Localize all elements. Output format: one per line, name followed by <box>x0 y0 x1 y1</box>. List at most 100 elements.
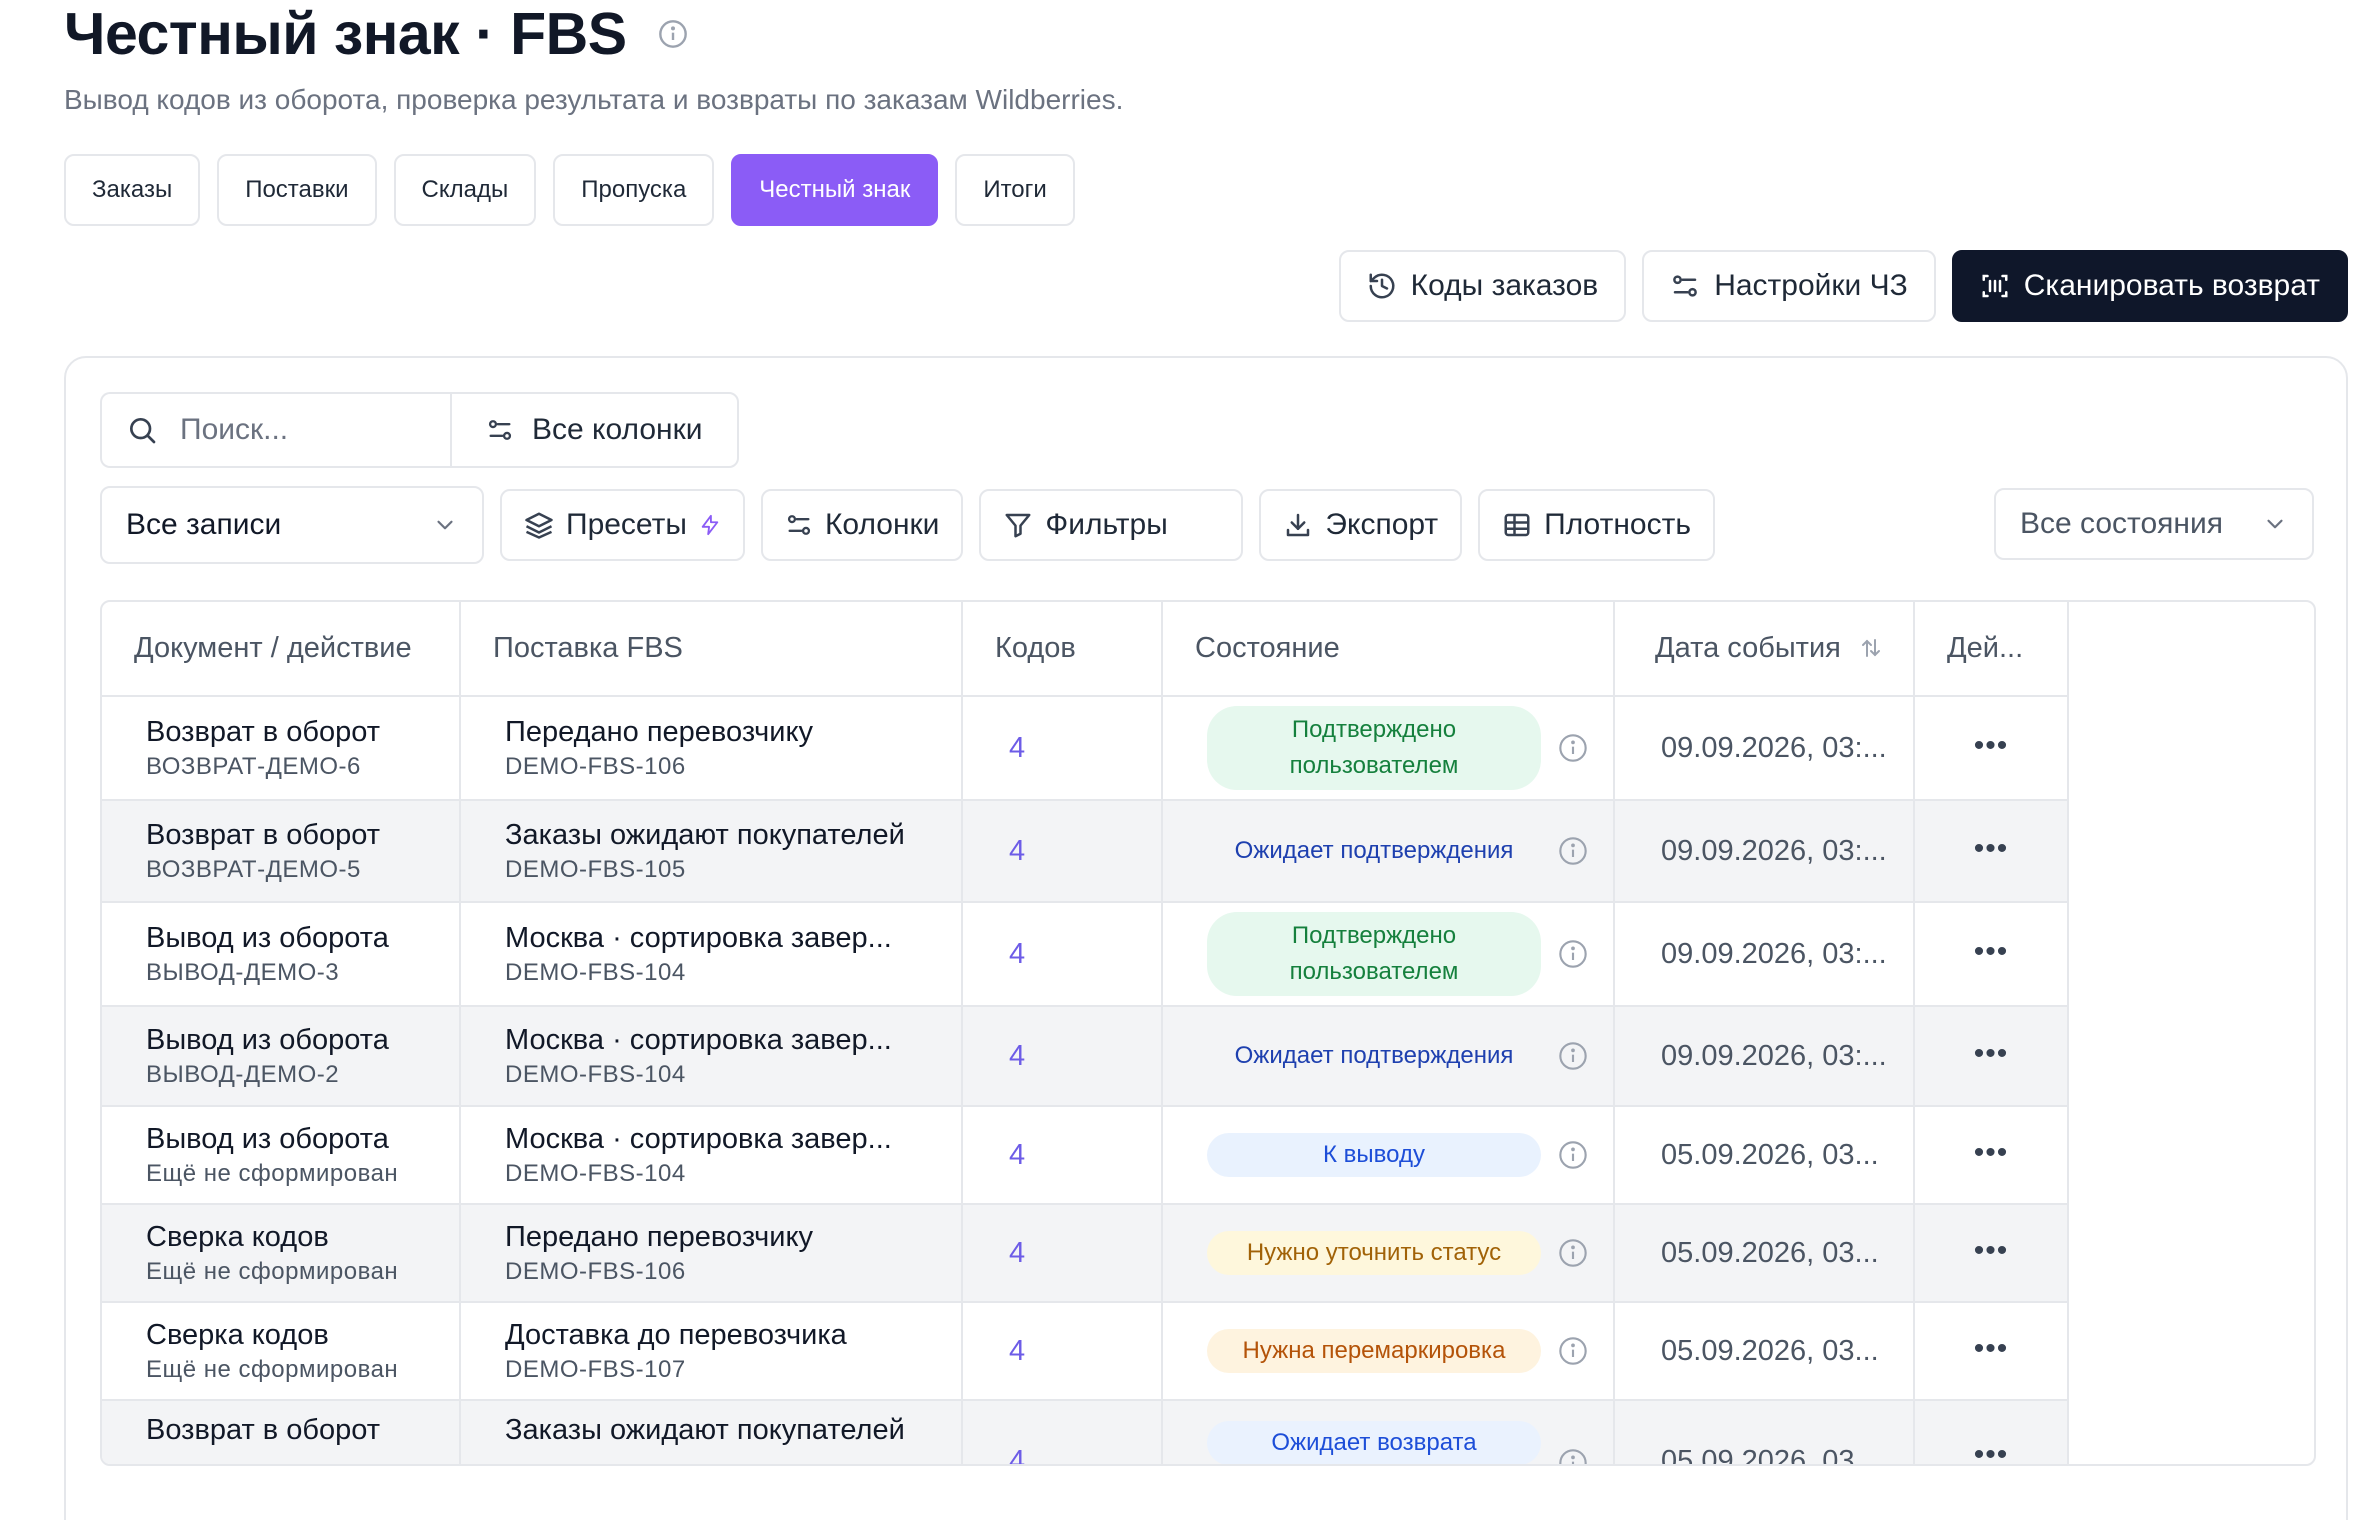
row-date: 09.09.2026, 03:... <box>1614 1006 1915 1107</box>
section-tabs: Заказы Поставки Склады Пропуска Честный … <box>64 154 1075 226</box>
info-icon[interactable] <box>1557 1139 1589 1171</box>
column-header-document[interactable]: Документ / действие <box>102 602 461 697</box>
order-codes-label: Коды заказов <box>1410 269 1599 302</box>
export-button[interactable]: Экспорт <box>1259 489 1463 561</box>
column-header-actions[interactable]: Дей... <box>1914 602 2069 697</box>
row-more-icon[interactable]: ••• <box>1974 731 2009 761</box>
row-more-icon[interactable]: ••• <box>1974 1440 2009 1465</box>
column-header-date-label: Дата события <box>1655 632 1841 664</box>
table-icon <box>1504 513 1530 537</box>
states-select[interactable]: Все состояния <box>1994 488 2314 560</box>
tab-warehouses[interactable]: Склады <box>393 154 537 226</box>
row-document: Ещё не сформирован <box>146 1356 399 1383</box>
lightning-icon <box>701 514 719 536</box>
tab-totals[interactable]: Итоги <box>955 154 1075 226</box>
row-more-icon[interactable]: ••• <box>1974 834 2009 864</box>
row-more-icon[interactable]: ••• <box>1974 937 2009 967</box>
search-input[interactable] <box>180 413 430 447</box>
row-action: Вывод из оборота <box>146 922 389 954</box>
info-icon[interactable] <box>1557 1447 1589 1466</box>
table-row[interactable]: Сверка кодов Ещё не сформирован Передано … <box>102 1204 2069 1303</box>
column-header-date[interactable]: Дата события <box>1614 602 1915 697</box>
row-codes-link[interactable]: 4 <box>1009 1237 1025 1269</box>
info-icon[interactable] <box>1557 835 1589 867</box>
row-codes-link[interactable]: 4 <box>1009 732 1025 764</box>
chevron-down-icon <box>2267 519 2283 529</box>
row-supply: Москва · сортировка завер... <box>505 1123 892 1155</box>
row-supply-id: DEMO-FBS-106 <box>505 1258 686 1285</box>
page-subtitle: Вывод кодов из оборота, проверка результ… <box>64 84 1124 115</box>
table-row[interactable]: Вывод из оборота ВЫВОД-ДЕМО-3 Москва · со… <box>102 902 2069 1007</box>
row-more-icon[interactable]: ••• <box>1974 1138 2009 1168</box>
row-date: 09.09.2026, 03:... <box>1614 902 1915 1007</box>
filters-label: Фильтры <box>1045 508 1168 541</box>
order-codes-button[interactable]: Коды заказов <box>1338 250 1627 322</box>
records-card: Все колонки Все записи Пресеты Колонки Ф… <box>64 356 2348 1520</box>
row-more-icon[interactable]: ••• <box>1974 1039 2009 1069</box>
table-row[interactable]: Возврат в оборот Заказы ожидают покупате… <box>102 1400 2069 1466</box>
tab-supplies[interactable]: Поставки <box>217 154 377 226</box>
settings-button[interactable]: Настройки ЧЗ <box>1642 250 1936 322</box>
top-actions: Коды заказов Настройки ЧЗ Сканировать во… <box>1338 250 2348 322</box>
column-header-codes[interactable]: Кодов <box>962 602 1163 697</box>
column-header-status[interactable]: Состояние <box>1162 602 1615 697</box>
row-date: 09.09.2026, 03:... <box>1614 800 1915 903</box>
row-supply: Заказы ожидают покупателей <box>505 819 905 851</box>
page-title: Честный знак · FBS <box>64 1 627 67</box>
page-header: Честный знак · FBS <box>64 1 689 67</box>
row-codes-link[interactable]: 4 <box>1009 835 1025 867</box>
row-action: Возврат в оборот <box>146 1414 381 1446</box>
records-select[interactable]: Все записи <box>100 486 484 564</box>
status-badge: Нужна перемаркировка <box>1207 1329 1541 1373</box>
info-icon[interactable] <box>1557 732 1589 764</box>
row-supply-id: DEMO-FBS-104 <box>505 959 686 986</box>
filter-icon <box>1005 513 1031 538</box>
row-document: ВЫВОД-ДЕМО-3 <box>146 959 340 986</box>
info-icon[interactable] <box>657 18 689 50</box>
density-button[interactable]: Плотность <box>1478 489 1715 561</box>
records-select-value: Все записи <box>126 508 282 541</box>
table-header-row: Документ / действие Поставка FBS Кодов С… <box>102 602 2069 697</box>
scan-return-button[interactable]: Сканировать возврат <box>1951 250 2348 322</box>
row-supply-id: DEMO-FBS-106 <box>505 753 686 780</box>
info-icon[interactable] <box>1557 1335 1589 1367</box>
table-row[interactable]: Возврат в оборот ВОЗВРАТ-ДЕМО-5 Заказы ож… <box>102 800 2069 903</box>
columns-label: Колонки <box>824 508 940 541</box>
row-more-icon[interactable]: ••• <box>1974 1236 2009 1266</box>
info-icon[interactable] <box>1557 1237 1589 1269</box>
filters-button[interactable]: Фильтры <box>979 489 1244 561</box>
tab-passes[interactable]: Пропуска <box>553 154 715 226</box>
presets-label: Пресеты <box>566 508 687 541</box>
row-supply: Москва · сортировка завер... <box>505 1024 892 1056</box>
row-date: 05.09.2026, 03... <box>1614 1400 1915 1464</box>
row-codes-link[interactable]: 4 <box>1009 1139 1025 1171</box>
row-action: Сверка кодов <box>146 1221 329 1253</box>
row-codes-link[interactable]: 4 <box>1009 1445 1025 1464</box>
search-scope-button[interactable]: Все колонки <box>450 392 739 468</box>
sort-icon[interactable] <box>1859 636 1883 660</box>
row-supply: Доставка до перевозчика <box>505 1319 847 1351</box>
table-row[interactable]: Возврат в оборот ВОЗВРАТ-ДЕМО-6 Передано … <box>102 696 2069 801</box>
row-action: Возврат в оборот <box>146 819 381 851</box>
row-codes-link[interactable]: 4 <box>1009 1335 1025 1367</box>
presets-button[interactable]: Пресеты <box>500 489 745 561</box>
column-header-supply[interactable]: Поставка FBS <box>460 602 963 697</box>
records-table: Документ / действие Поставка FBS Кодов С… <box>102 602 2069 1466</box>
row-document: ВОЗВРАТ-ДЕМО-5 <box>146 856 361 883</box>
row-date: 05.09.2026, 03... <box>1614 1106 1915 1205</box>
row-codes-link[interactable]: 4 <box>1009 938 1025 970</box>
tab-orders[interactable]: Заказы <box>64 154 201 226</box>
info-icon[interactable] <box>1557 938 1589 970</box>
columns-button[interactable]: Колонки <box>760 489 964 561</box>
table-row[interactable]: Вывод из оборота Ещё не сформирован Москв… <box>102 1106 2069 1205</box>
tab-honest-sign[interactable]: Честный знак <box>731 154 939 226</box>
table-row[interactable]: Вывод из оборота ВЫВОД-ДЕМО-2 Москва · со… <box>102 1006 2069 1107</box>
row-action: Вывод из оборота <box>146 1123 389 1155</box>
table-row[interactable]: Сверка кодов Ещё не сформирован Доставка … <box>102 1302 2069 1401</box>
row-codes-link[interactable]: 4 <box>1009 1040 1025 1072</box>
row-document: ВЫВОД-ДЕМО-2 <box>146 1061 340 1088</box>
row-more-icon[interactable]: ••• <box>1974 1334 2009 1364</box>
info-icon[interactable] <box>1557 1040 1589 1072</box>
settings-label: Настройки ЧЗ <box>1714 269 1908 302</box>
row-supply-id: DEMO-FBS-104 <box>505 1160 686 1187</box>
